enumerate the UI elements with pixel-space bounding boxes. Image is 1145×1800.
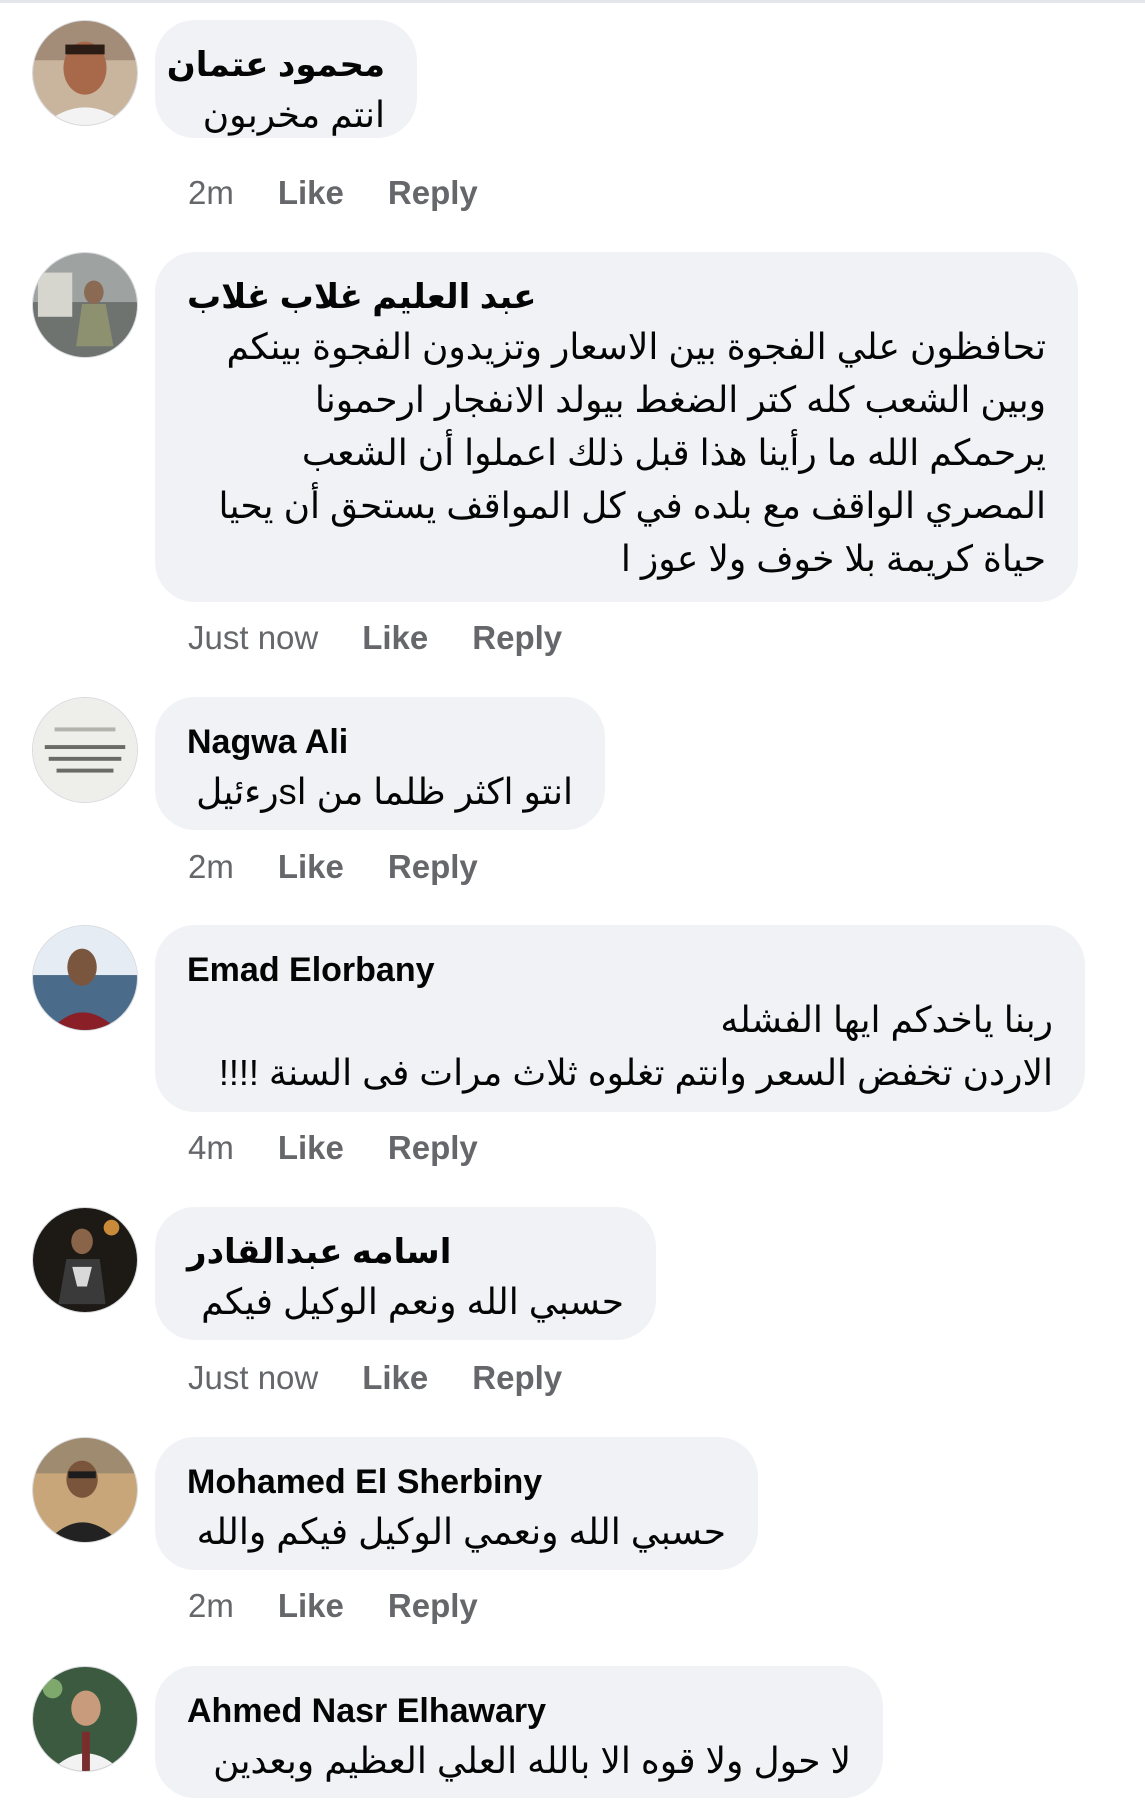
top-divider: [0, 0, 1145, 3]
avatar[interactable]: [32, 252, 138, 358]
comment-actions: Just now Like Reply: [188, 1356, 562, 1400]
comment-bubble: عبد العليم غلاب غلاب تحافظون علي الفجوة …: [155, 252, 1078, 602]
comment-text: لا حول ولا قوه الا بالله العلي العظيم وب…: [213, 1740, 851, 1781]
profile-photo: [33, 21, 137, 125]
comment-timestamp[interactable]: 4m: [188, 1126, 234, 1170]
comment-bubble: اسامه عبدالقادر حسبي الله ونعم الوكيل في…: [155, 1207, 656, 1340]
profile-photo: [33, 698, 137, 802]
profile-photo: [33, 253, 137, 357]
avatar[interactable]: [32, 1207, 138, 1313]
avatar[interactable]: [32, 1437, 138, 1543]
avatar[interactable]: [32, 925, 138, 1031]
reply-button[interactable]: Reply: [388, 845, 478, 889]
like-button[interactable]: Like: [362, 1356, 428, 1400]
comment-text: انتو اكثر ظلما من اsرءئيل: [196, 771, 573, 812]
comment-text: حسبي الله ونعم الوكيل فيكم: [201, 1281, 624, 1322]
avatar[interactable]: [32, 20, 138, 126]
comment-bubble: Ahmed Nasr Elhawary لا حول ولا قوه الا ب…: [155, 1666, 883, 1798]
comment-timestamp[interactable]: Just now: [188, 1356, 318, 1400]
reply-button[interactable]: Reply: [388, 1584, 478, 1628]
comment-text: انتم مخربون: [202, 94, 385, 135]
like-button[interactable]: Like: [278, 1126, 344, 1170]
comment-author[interactable]: اسامه عبدالقادر: [187, 1229, 624, 1275]
comment-text: حسبي الله ونعمي الوكيل فيكم والله: [196, 1511, 726, 1552]
reply-button[interactable]: Reply: [388, 171, 478, 215]
comment-actions: 2m Like Reply: [188, 1584, 478, 1628]
avatar[interactable]: [32, 697, 138, 803]
like-button[interactable]: Like: [278, 171, 344, 215]
comment-timestamp[interactable]: 2m: [188, 171, 234, 215]
comment-author[interactable]: Nagwa Ali: [187, 719, 573, 765]
comment-bubble: Nagwa Ali انتو اكثر ظلما من اsرءئيل: [155, 697, 605, 830]
like-button[interactable]: Like: [362, 616, 428, 660]
profile-photo: [33, 926, 137, 1030]
profile-photo: [33, 1438, 137, 1542]
profile-photo: [33, 1208, 137, 1312]
comment-bubble: Emad Elorbany ربنا ياخدكم ايها الفشله ال…: [155, 925, 1085, 1112]
comment-bubble: Mohamed El Sherbiny حسبي الله ونعمي الوك…: [155, 1437, 758, 1570]
comment-text-line: حياة كريمة بلا خوف ولا عوز ا: [620, 538, 1046, 579]
comment-text-line: الاردن تخفض السعر وانتم تغلوه ثلاث مرات …: [218, 1052, 1053, 1093]
comment-text-line: المصري الواقف مع بلده في كل المواقف يستح…: [218, 485, 1046, 526]
comment-text-line: ربنا ياخدكم ايها الفشله: [720, 999, 1053, 1040]
comment-actions: 4m Like Reply: [188, 1126, 478, 1170]
comment-actions: Just now Like Reply: [188, 616, 562, 660]
like-button[interactable]: Like: [278, 845, 344, 889]
comment-text-line: يرحمكم الله ما رأينا هذا قبل ذلك اعملوا …: [301, 432, 1046, 473]
comment-author[interactable]: Ahmed Nasr Elhawary: [187, 1688, 851, 1734]
comment-actions: 2m Like Reply: [188, 845, 478, 889]
comment-actions: 2m Like Reply: [188, 171, 478, 215]
reply-button[interactable]: Reply: [472, 616, 562, 660]
profile-photo: [33, 1667, 137, 1771]
comment-timestamp[interactable]: 2m: [188, 845, 234, 889]
reply-button[interactable]: Reply: [472, 1356, 562, 1400]
comment-text-line: وبين الشعب كله كتر الضغط بيولد الانفجار …: [314, 379, 1046, 420]
like-button[interactable]: Like: [278, 1584, 344, 1628]
comment-author[interactable]: Mohamed El Sherbiny: [187, 1459, 726, 1505]
comment-timestamp[interactable]: 2m: [188, 1584, 234, 1628]
comment-text-line: تحافظون علي الفجوة بين الاسعار وتزيدون ا…: [226, 326, 1046, 367]
comment-author[interactable]: Emad Elorbany: [187, 947, 1053, 993]
avatar[interactable]: [32, 1666, 138, 1772]
comment-author[interactable]: محمود عتمان: [167, 42, 385, 88]
reply-button[interactable]: Reply: [388, 1126, 478, 1170]
comment-author[interactable]: عبد العليم غلاب غلاب: [187, 274, 1046, 320]
comment-bubble: محمود عتمان انتم مخربون: [155, 20, 417, 138]
comment-timestamp[interactable]: Just now: [188, 616, 318, 660]
